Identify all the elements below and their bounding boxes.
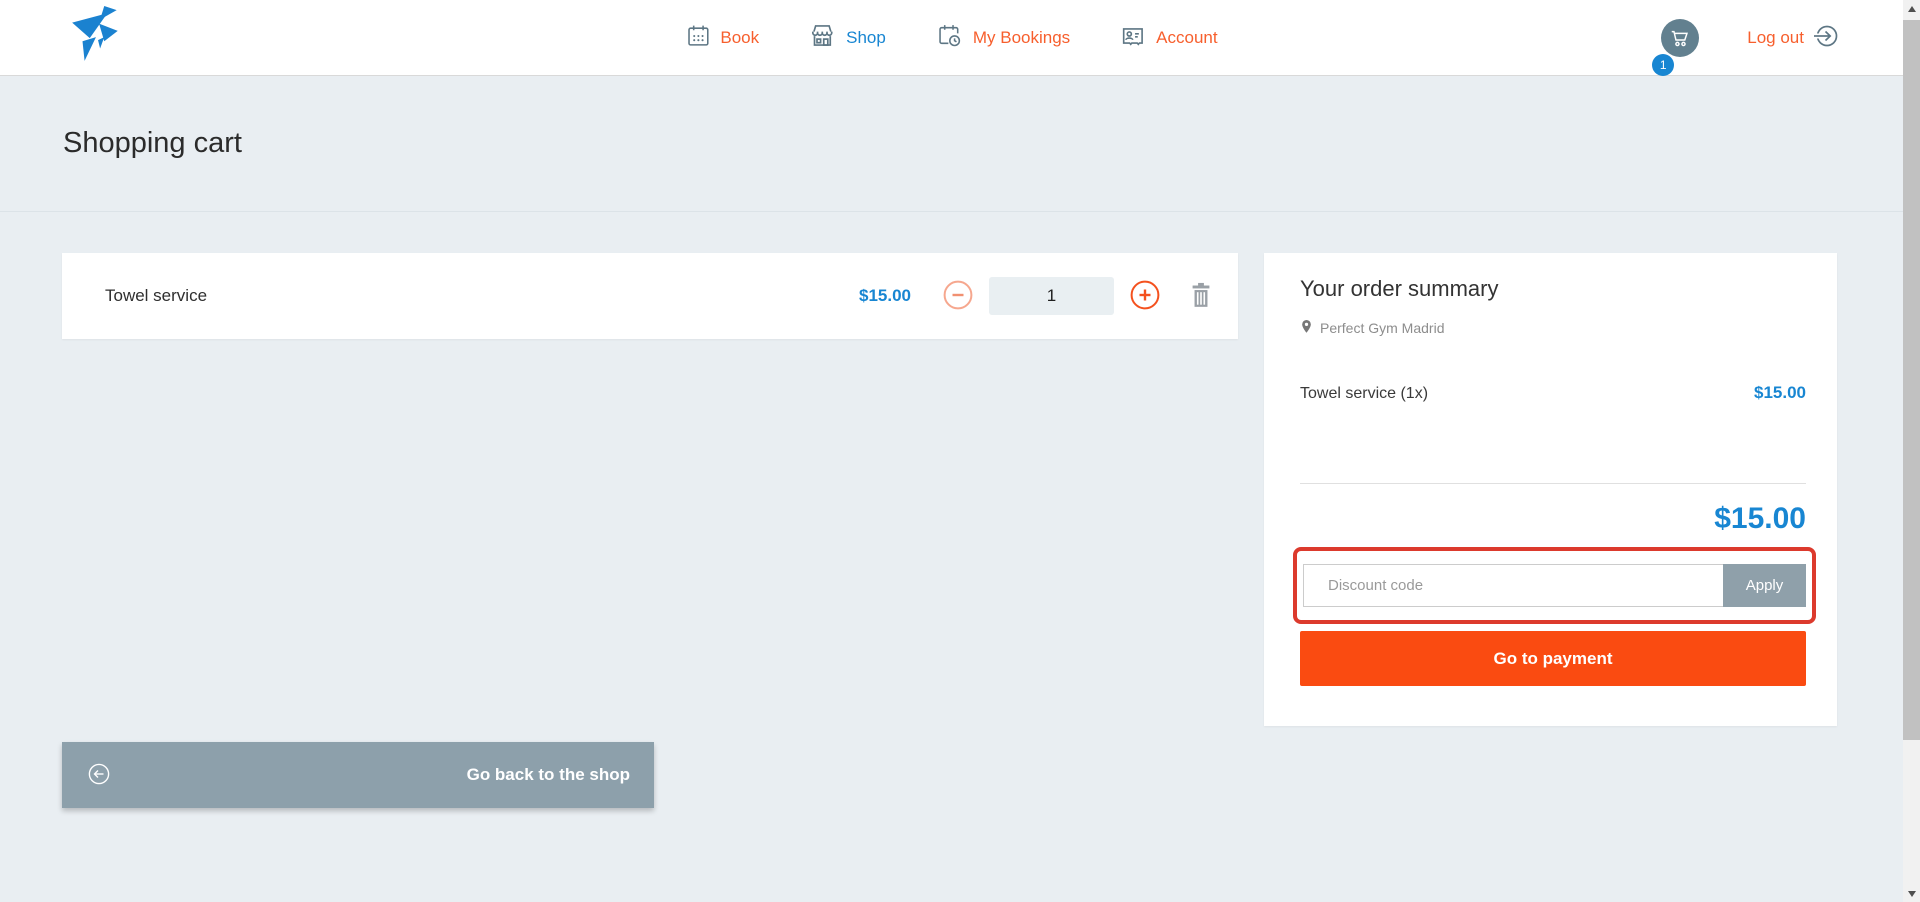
summary-item-price: $15.00 <box>1754 383 1806 403</box>
nav-account-label: Account <box>1156 28 1217 48</box>
quantity-input[interactable] <box>989 277 1114 315</box>
cart-icon <box>1661 19 1699 57</box>
summary-line-item: Towel service (1x) $15.00 <box>1300 383 1806 403</box>
nav-my-bookings-label: My Bookings <box>973 28 1070 48</box>
vertical-scrollbar <box>1903 0 1920 902</box>
logout-label: Log out <box>1747 28 1804 48</box>
summary-divider <box>1300 483 1806 484</box>
order-summary-panel: Your order summary Perfect Gym Madrid To… <box>1264 253 1837 726</box>
discount-row: Apply <box>1303 564 1806 607</box>
logout-button[interactable]: Log out <box>1747 22 1840 55</box>
minus-circle-icon <box>943 280 973 313</box>
increase-quantity-button[interactable] <box>1130 281 1160 311</box>
account-id-card-icon <box>1120 23 1146 54</box>
location-label: Perfect Gym Madrid <box>1320 320 1444 336</box>
main-nav: Book Shop <box>685 0 1217 76</box>
cart-item-row: Towel service $15.00 <box>62 253 1238 339</box>
scroll-up-arrow[interactable] <box>1903 0 1920 17</box>
page: Book Shop <box>0 0 1903 902</box>
go-to-payment-button[interactable]: Go to payment <box>1300 631 1806 686</box>
logout-arrow-icon <box>1812 22 1840 55</box>
bookings-calendar-clock-icon <box>936 22 963 54</box>
back-button-label: Go back to the shop <box>111 765 630 785</box>
perfect-gym-logo-icon <box>70 6 124 69</box>
nav-my-bookings[interactable]: My Bookings <box>936 22 1070 54</box>
nav-book-label: Book <box>720 28 759 48</box>
nav-shop[interactable]: Shop <box>809 22 886 54</box>
order-total: $15.00 <box>1300 502 1806 536</box>
shop-icon <box>809 22 836 54</box>
scrollbar-thumb[interactable] <box>1903 20 1920 740</box>
go-back-to-shop-button[interactable]: Go back to the shop <box>62 742 654 808</box>
nav-shop-label: Shop <box>846 28 886 48</box>
cart-button[interactable]: 1 <box>1661 19 1699 57</box>
summary-item-name: Towel service (1x) <box>1300 385 1428 403</box>
logo[interactable] <box>70 9 124 67</box>
decrease-quantity-button[interactable] <box>943 281 973 311</box>
trash-icon <box>1188 281 1214 312</box>
remove-item-button[interactable] <box>1188 281 1214 312</box>
cart-count-badge: 1 <box>1652 54 1674 76</box>
top-navbar: Book Shop <box>0 0 1903 76</box>
club-location: Perfect Gym Madrid <box>1300 319 1806 337</box>
main-content: Towel service $15.00 <box>0 212 1903 901</box>
discount-code-input[interactable] <box>1303 564 1723 607</box>
summary-title: Your order summary <box>1300 276 1806 302</box>
nav-account[interactable]: Account <box>1120 23 1217 54</box>
calendar-icon <box>685 23 710 53</box>
apply-discount-button[interactable]: Apply <box>1723 564 1806 607</box>
plus-circle-icon <box>1130 280 1160 313</box>
discount-annotation-box: Apply <box>1293 547 1816 624</box>
item-name: Towel service <box>105 286 859 306</box>
back-arrow-circle-icon <box>87 762 111 789</box>
header-right: 1 Log out <box>1661 0 1840 76</box>
location-pin-icon <box>1300 319 1313 337</box>
page-title: Shopping cart <box>63 127 242 160</box>
scroll-down-arrow[interactable] <box>1903 885 1920 902</box>
item-price: $15.00 <box>859 286 911 306</box>
title-band: Shopping cart <box>0 76 1903 212</box>
nav-book[interactable]: Book <box>685 23 759 53</box>
